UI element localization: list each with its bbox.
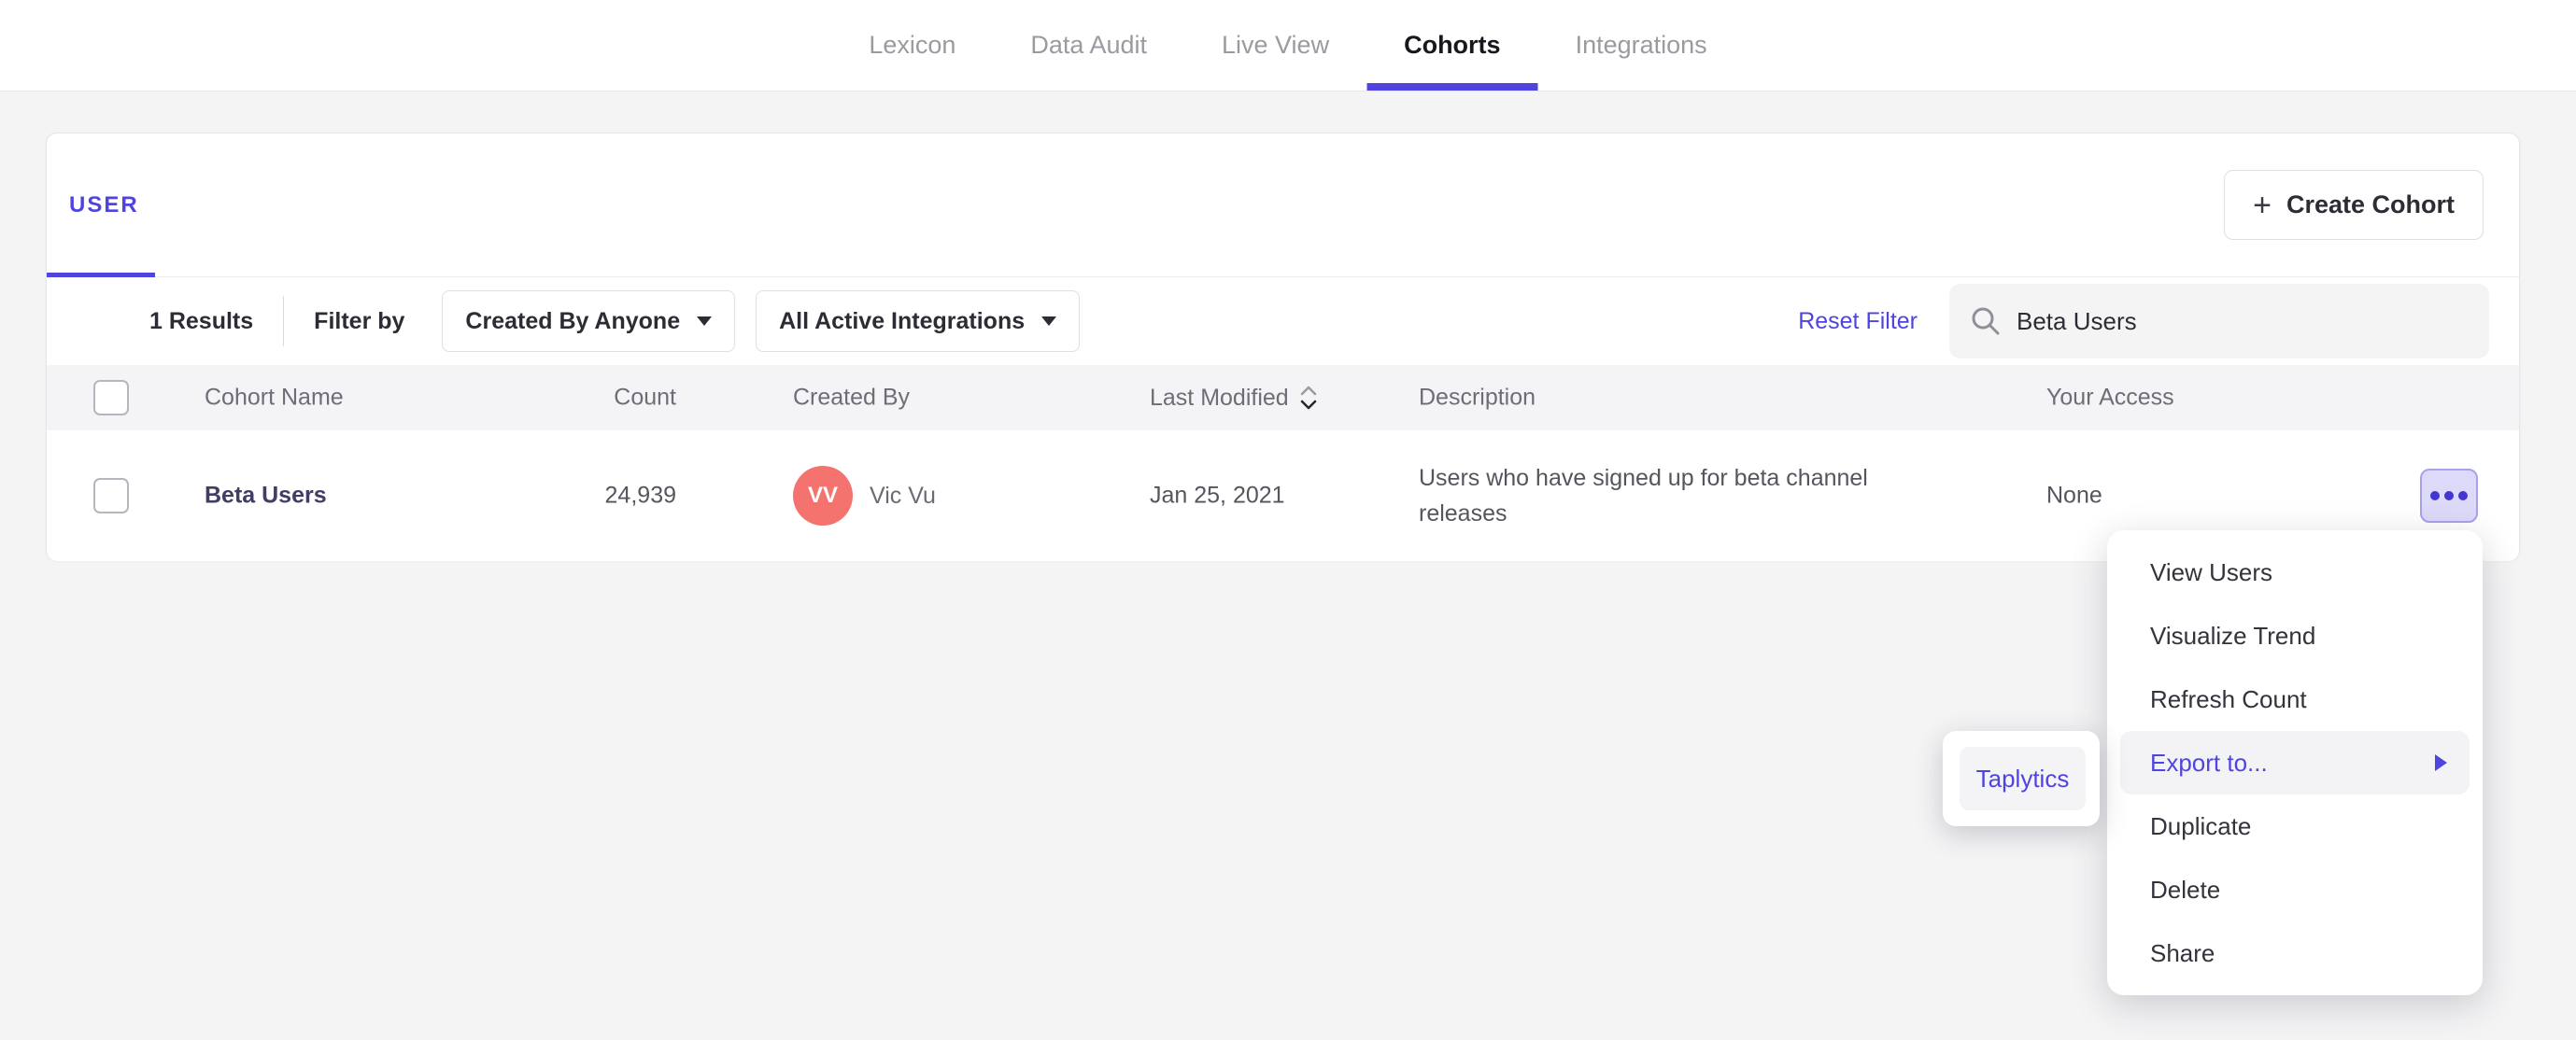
menu-item-export-to-label: Export to... bbox=[2150, 748, 2268, 777]
avatar: VV bbox=[793, 466, 853, 526]
created-by-name: Vic Vu bbox=[870, 482, 936, 509]
menu-item-visualize-trend[interactable]: Visualize Trend bbox=[2120, 604, 2470, 668]
row-checkbox[interactable] bbox=[93, 478, 129, 513]
your-access-value: None bbox=[2046, 482, 2102, 509]
cohort-name-link[interactable]: Beta Users bbox=[205, 483, 327, 510]
menu-item-share[interactable]: Share bbox=[2120, 921, 2470, 985]
nav-tab-live-view[interactable]: Live View bbox=[1222, 0, 1329, 91]
ellipsis-icon bbox=[2458, 491, 2468, 500]
plus-icon: + bbox=[2253, 187, 2272, 223]
create-cohort-label: Create Cohort bbox=[2286, 190, 2455, 218]
divider bbox=[283, 296, 285, 346]
cohort-type-tabs: USER + Create Cohort bbox=[47, 134, 2519, 277]
header-description[interactable]: Description bbox=[1419, 385, 1876, 412]
nav-tab-data-audit[interactable]: Data Audit bbox=[1030, 0, 1147, 91]
header-created-by[interactable]: Created By bbox=[793, 385, 910, 412]
filter-by-label: Filter by bbox=[314, 307, 405, 334]
create-cohort-button[interactable]: + Create Cohort bbox=[2224, 170, 2484, 240]
select-all-checkbox[interactable] bbox=[93, 380, 129, 415]
tab-user[interactable]: USER bbox=[69, 192, 139, 218]
nav-tab-integrations[interactable]: Integrations bbox=[1576, 0, 1707, 91]
search-box bbox=[1949, 284, 2489, 358]
row-actions-button[interactable] bbox=[2420, 469, 2478, 523]
nav-tab-lexicon[interactable]: Lexicon bbox=[869, 0, 955, 91]
header-last-modified[interactable]: Last Modified bbox=[1150, 384, 1319, 412]
cohort-count: 24,939 bbox=[604, 482, 676, 509]
integrations-dropdown-label: All Active Integrations bbox=[779, 307, 1026, 334]
ellipsis-icon bbox=[2444, 491, 2454, 500]
header-your-access[interactable]: Your Access bbox=[2046, 385, 2174, 412]
menu-item-export-to[interactable]: Export to... bbox=[2120, 731, 2470, 794]
menu-item-view-users[interactable]: View Users bbox=[2120, 541, 2470, 604]
row-context-menu: View Users Visualize Trend Refresh Count… bbox=[2107, 530, 2483, 995]
search-icon bbox=[1972, 307, 2000, 335]
created-by-dropdown[interactable]: Created By Anyone bbox=[442, 290, 736, 352]
submenu-arrow-icon bbox=[2435, 754, 2447, 771]
export-submenu: Taplytics bbox=[1943, 731, 2100, 826]
table-header: Cohort Name Count Created By Last Modifi… bbox=[47, 365, 2519, 430]
header-last-modified-label: Last Modified bbox=[1150, 384, 1289, 411]
menu-item-duplicate[interactable]: Duplicate bbox=[2120, 794, 2470, 858]
submenu-item-taplytics[interactable]: Taplytics bbox=[1960, 747, 2086, 810]
cohort-description: Users who have signed up for beta channe… bbox=[1419, 465, 1868, 527]
integrations-dropdown[interactable]: All Active Integrations bbox=[756, 290, 1081, 352]
ellipsis-icon bbox=[2430, 491, 2440, 500]
filter-bar: 1 Results Filter by Created By Anyone Al… bbox=[47, 277, 2519, 365]
reset-filter-link[interactable]: Reset Filter bbox=[1798, 308, 1918, 335]
created-by-cell: VV Vic Vu bbox=[793, 466, 936, 526]
chevron-down-icon bbox=[697, 316, 713, 326]
sort-icon[interactable] bbox=[1298, 384, 1319, 412]
header-count[interactable]: Count bbox=[532, 385, 676, 412]
header-cohort-name[interactable]: Cohort Name bbox=[205, 385, 344, 412]
tab-user-underline bbox=[47, 273, 155, 277]
nav-tab-cohorts[interactable]: Cohorts bbox=[1404, 0, 1501, 91]
chevron-down-icon bbox=[1041, 316, 1057, 326]
menu-item-refresh-count[interactable]: Refresh Count bbox=[2120, 668, 2470, 731]
search-input[interactable] bbox=[2017, 306, 2469, 336]
results-count: 1 Results bbox=[149, 307, 254, 334]
created-by-dropdown-label: Created By Anyone bbox=[465, 307, 681, 334]
cohorts-card: USER + Create Cohort 1 Results Filter by… bbox=[46, 133, 2520, 561]
last-modified-date: Jan 25, 2021 bbox=[1150, 482, 1285, 509]
top-nav: Lexicon Data Audit Live View Cohorts Int… bbox=[0, 0, 2576, 91]
menu-item-delete[interactable]: Delete bbox=[2120, 858, 2470, 921]
